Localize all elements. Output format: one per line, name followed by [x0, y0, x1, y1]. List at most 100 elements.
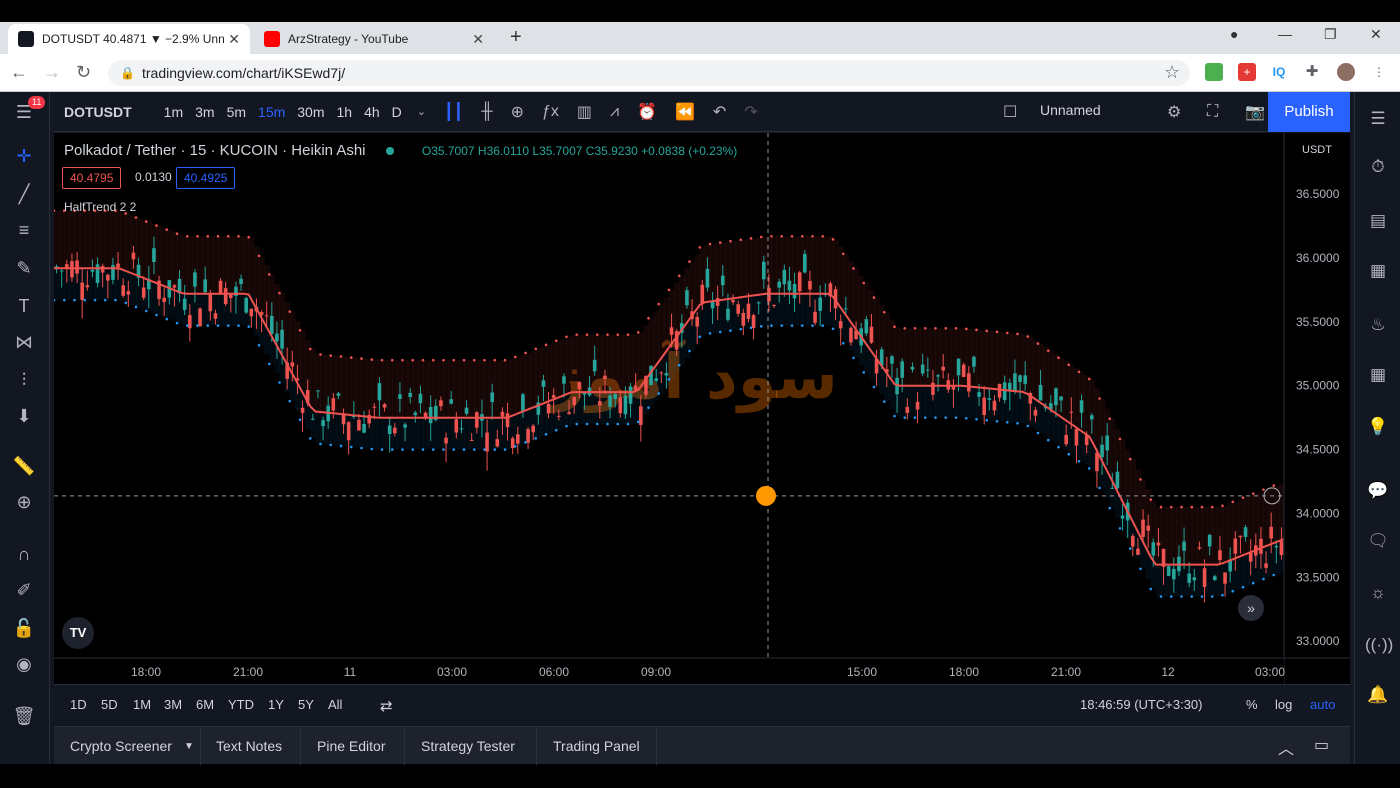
range-3m[interactable]: 3M [164, 697, 182, 712]
interval-d[interactable]: D [392, 104, 402, 120]
extension-icon[interactable] [1205, 63, 1223, 81]
back-arrow-icon[interactable]: ← [10, 62, 28, 83]
buy-price[interactable]: 40.4925 [176, 167, 236, 189]
help-bulb-icon[interactable]: ☼ [1365, 580, 1391, 606]
layout-select-icon[interactable]: ☐ [1003, 102, 1017, 122]
maximize-panel-icon[interactable]: ▭ [1314, 735, 1329, 755]
avatar[interactable] [1337, 63, 1355, 81]
interval-5m[interactable]: 5m [227, 104, 246, 120]
hide-drawings-eye-icon[interactable]: ◉ [10, 650, 38, 678]
snapshot-camera-icon[interactable]: 📷 [1245, 102, 1265, 122]
tab-strategy-tester[interactable]: Strategy Tester [421, 738, 515, 754]
range-1m[interactable]: 1M [133, 697, 151, 712]
news-icon[interactable]: ▦ [1365, 258, 1391, 284]
range-1y[interactable]: 1Y [268, 697, 284, 712]
profile-menu-icon[interactable]: ● [1230, 26, 1238, 42]
browser-tab-tradingview[interactable]: DOTUSDT 40.4871 ▼ −2.9% Unn ✕ [8, 24, 250, 54]
ruler-icon[interactable]: 📏 [10, 452, 38, 480]
replay-icon[interactable]: ⏪ [675, 102, 695, 122]
currency-label[interactable]: USDT [1302, 144, 1332, 156]
alerts-clock-icon[interactable]: ⏱ [1365, 154, 1391, 180]
browser-tab-youtube[interactable]: ArzStrategy - YouTube ✕ [254, 24, 494, 54]
lock-drawings-icon[interactable]: 🔓 [10, 614, 38, 642]
range-1d[interactable]: 1D [70, 697, 87, 712]
bars-style-icon[interactable]: ┃┃ [444, 102, 463, 122]
close-tab-icon[interactable]: ✕ [472, 31, 484, 48]
extensions-puzzle-icon[interactable]: ✚ [1303, 63, 1321, 81]
add-compare-icon[interactable]: ⊕ [511, 102, 524, 122]
watchlist-icon[interactable]: ☰ [1365, 106, 1391, 132]
clock-timezone[interactable]: 18:46:59 (UTC+3:30) [1080, 697, 1202, 712]
redo-icon[interactable]: ↷ [744, 102, 757, 122]
new-tab-plus-icon[interactable]: + [510, 26, 522, 49]
range-5y[interactable]: 5Y [298, 697, 314, 712]
magnet-icon[interactable]: ∩ [10, 540, 38, 568]
tab-crypto-screener[interactable]: Crypto Screener [70, 738, 172, 754]
templates-icon[interactable]: ⩘ [610, 103, 619, 121]
interval-4h[interactable]: 4h [364, 104, 380, 120]
stay-drawing-icon[interactable]: ✐ [10, 576, 38, 604]
extension-iq-icon[interactable]: IQ [1270, 63, 1288, 81]
pattern-icon[interactable]: ⋈ [10, 328, 38, 356]
text-tool-icon[interactable]: T [10, 292, 38, 320]
close-window-icon[interactable]: ✕ [1370, 26, 1382, 43]
interval-1h[interactable]: 1h [337, 104, 353, 120]
chevron-down-icon[interactable]: ⌄ [417, 105, 426, 118]
range-ytd[interactable]: YTD [228, 697, 254, 712]
collapse-panel-icon[interactable]: ︿ [1278, 735, 1294, 759]
tab-text-notes[interactable]: Text Notes [216, 738, 282, 754]
interval-1m[interactable]: 1m [164, 104, 183, 120]
bookmark-star-icon[interactable]: ☆ [1164, 62, 1180, 83]
chats-icon[interactable]: 💬 [1365, 478, 1391, 504]
fib-lines-icon[interactable]: ≡ [10, 216, 38, 244]
sell-price[interactable]: 40.4795 [62, 167, 122, 189]
fullscreen-icon[interactable]: ⛶ [1207, 103, 1218, 121]
alert-icon[interactable]: ⏰ [637, 102, 657, 122]
range-6m[interactable]: 6M [196, 697, 214, 712]
interval-30m[interactable]: 30m [297, 104, 324, 120]
streams-icon[interactable]: ((·)) [1365, 632, 1393, 658]
browser-menu-icon[interactable]: ⋮ [1370, 63, 1388, 81]
tab-pine-editor[interactable]: Pine Editor [317, 738, 385, 754]
prediction-icon[interactable]: ⫶ [10, 366, 38, 394]
interval-15m[interactable]: 15m [258, 104, 285, 120]
data-window-icon[interactable]: ▤ [1365, 208, 1391, 234]
undo-icon[interactable]: ↶ [713, 102, 726, 122]
chevron-down-icon[interactable]: ▼ [184, 741, 194, 752]
chart-pane[interactable]: سود آموز 34.137911 Oct '21 12:15 USDT36.… [54, 133, 1350, 724]
restore-icon[interactable]: ❐ [1324, 26, 1337, 43]
auto-scale-toggle[interactable]: auto [1310, 697, 1335, 712]
trend-line-icon[interactable]: ╱ [10, 180, 38, 208]
arrow-down-icon[interactable]: ⬇ [10, 402, 38, 430]
indicator-name[interactable]: HalfTrend 2 2 [64, 200, 136, 214]
tab-trading-panel[interactable]: Trading Panel [553, 738, 640, 754]
crosshair-icon[interactable]: ✛ [10, 142, 38, 170]
hotlist-fire-icon[interactable]: ♨ [1365, 312, 1391, 338]
publish-button[interactable]: Publish [1268, 92, 1350, 132]
candles-style-icon[interactable]: ╫ [481, 103, 492, 121]
ideas-bulb-icon[interactable]: 💡 [1365, 414, 1391, 440]
trash-icon[interactable]: 🗑 [10, 702, 38, 730]
reload-icon[interactable]: ↻ [76, 62, 91, 83]
extension-icon[interactable]: + [1238, 63, 1256, 81]
price-chart-svg[interactable]: سود آموز 34.137911 Oct '21 12:15 USDT36.… [54, 133, 1350, 684]
range-5d[interactable]: 5D [101, 697, 118, 712]
percent-scale-toggle[interactable]: % [1246, 697, 1258, 712]
indicators-fx-icon[interactable]: ƒx [542, 103, 559, 121]
symbol-title[interactable]: Polkadot / Tether · 15 · KUCOIN · Heikin… [64, 142, 366, 159]
close-tab-icon[interactable]: ✕ [228, 31, 240, 48]
goto-date-icon[interactable]: ⇄ [380, 697, 393, 715]
price-scale[interactable] [1284, 133, 1350, 684]
settings-gear-icon[interactable]: ⚙ [1167, 102, 1181, 122]
url-input[interactable]: 🔒 tradingview.com/chart/iKSEwd7j/ [108, 60, 1190, 86]
log-scale-toggle[interactable]: log [1275, 697, 1292, 712]
interval-3m[interactable]: 3m [195, 104, 214, 120]
forward-arrow-icon[interactable]: → [43, 62, 61, 83]
minimize-icon[interactable]: — [1278, 26, 1292, 42]
financials-icon[interactable]: ▥ [577, 102, 592, 122]
brush-icon[interactable]: ✎ [10, 254, 38, 282]
scroll-to-realtime-icon[interactable]: » [1238, 595, 1264, 621]
symbol-search[interactable]: DOTUSDT [64, 104, 132, 120]
messages-icon[interactable]: 🗨 [1365, 528, 1391, 554]
range-all[interactable]: All [328, 697, 342, 712]
